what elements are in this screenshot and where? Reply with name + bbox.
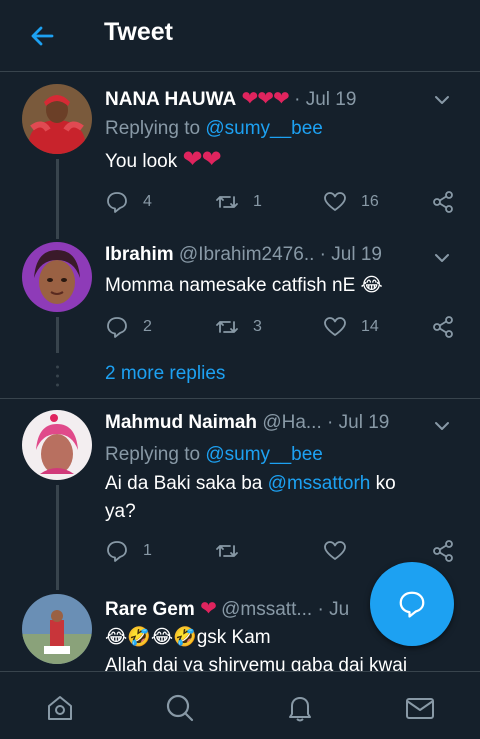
avatar[interactable] (22, 594, 92, 664)
heart-icon (324, 317, 346, 336)
back-arrow-icon[interactable] (26, 20, 58, 52)
share-icon (433, 540, 453, 562)
retweet-button[interactable] (215, 536, 253, 566)
compose-icon (399, 591, 425, 618)
reply-count: 1 (143, 542, 152, 559)
like-button[interactable] (323, 536, 361, 566)
mention-link[interactable]: @sumy__bee (205, 118, 323, 139)
share-icon (433, 316, 453, 338)
display-name[interactable]: Mahmud Naimah (105, 412, 257, 433)
display-name[interactable]: Ibrahim (105, 244, 174, 265)
tweet-text: You look ❤❤ (105, 146, 222, 173)
retweet-icon (216, 196, 238, 208)
reply-button[interactable]: 2 (105, 312, 152, 342)
retweet-count: 3 (253, 318, 262, 335)
reply-button[interactable]: 4 (105, 187, 152, 217)
replying-to: Replying to @sumy__bee (105, 444, 323, 465)
separator-dot: · (327, 412, 334, 433)
share-button[interactable] (431, 536, 469, 566)
tweet[interactable]: Ibrahim @Ibrahim2476.. · Jul 19 Momma na… (0, 242, 480, 362)
replying-to: Replying to @sumy__bee (105, 118, 323, 139)
avatar[interactable] (22, 410, 92, 480)
top-bar: Tweet (0, 0, 480, 72)
thread-line (56, 317, 59, 353)
search-icon[interactable] (164, 692, 196, 724)
reply-icon (107, 541, 127, 562)
reply-button[interactable]: 1 (105, 536, 152, 566)
home-icon[interactable] (44, 692, 76, 724)
handle[interactable]: @mssatt... (221, 599, 312, 620)
text-emoji: 😂 (360, 275, 383, 296)
chevron-down-icon[interactable] (434, 94, 450, 106)
thread-dots (56, 365, 59, 387)
handle[interactable]: @Ibrahim2476.. (179, 244, 314, 265)
retweet-button[interactable]: 3 (215, 312, 262, 342)
tweet-header: Mahmud Naimah @Ha... · Jul 19 (105, 412, 460, 442)
compose-reply-button[interactable] (370, 562, 454, 646)
messages-icon[interactable] (404, 692, 436, 724)
timestamp[interactable]: Jul 19 (339, 412, 390, 433)
share-icon (433, 191, 453, 213)
tweet-header: Ibrahim @Ibrahim2476.. · Jul 19 (105, 244, 460, 274)
like-button[interactable]: 16 (323, 187, 379, 217)
retweet-icon (216, 321, 238, 333)
retweet-button[interactable]: 1 (215, 187, 262, 217)
text-hearts: ❤❤ (182, 146, 221, 173)
reply-count: 2 (143, 318, 152, 335)
retweet-count: 1 (253, 193, 262, 210)
divider (0, 398, 480, 399)
avatar[interactable] (22, 84, 92, 154)
share-button[interactable] (431, 187, 469, 217)
chevron-down-icon[interactable] (434, 420, 450, 432)
display-name[interactable]: NANA HAUWA (105, 89, 236, 110)
page-title: Tweet (104, 18, 173, 46)
heart-icon (324, 192, 346, 211)
tweet[interactable]: NANA HAUWA ❤❤❤ · Jul 19 Replying to @sum… (0, 84, 480, 239)
like-button[interactable]: 14 (323, 312, 379, 342)
display-name[interactable]: Rare Gem (105, 599, 195, 620)
tweet-text: Momma namesake catfish nE 😂 (105, 275, 383, 296)
heart-icon (324, 541, 346, 560)
bottom-nav (0, 671, 480, 739)
more-replies-link[interactable]: 2 more replies (105, 363, 225, 385)
mention-link[interactable]: @sumy__bee (205, 444, 323, 465)
handle[interactable]: @Ha... (262, 412, 321, 433)
chevron-down-icon[interactable] (434, 252, 450, 264)
mention-link[interactable]: @mssattorh (268, 473, 371, 494)
reply-icon (107, 317, 127, 338)
timestamp[interactable]: Jul 19 (331, 244, 382, 265)
separator-dot: · (319, 244, 326, 265)
tweet-header: NANA HAUWA ❤❤❤ · Jul 19 (105, 86, 460, 116)
timestamp[interactable]: Ju (329, 599, 349, 620)
avatar[interactable] (22, 242, 92, 312)
separator-dot: · (317, 599, 324, 620)
like-count: 14 (361, 318, 379, 335)
name-hearts: ❤ (200, 598, 217, 620)
action-bar: 4 1 16 (105, 187, 460, 217)
notifications-icon[interactable] (284, 692, 316, 724)
retweet-icon (216, 545, 238, 557)
action-bar: 2 3 14 (105, 312, 460, 342)
separator-dot: · (294, 89, 301, 110)
tweet-text: Ai da Baki saka ba @mssattorh ko ya? (105, 473, 396, 522)
name-hearts: ❤❤❤ (241, 88, 290, 110)
timestamp[interactable]: Jul 19 (306, 89, 357, 110)
share-button[interactable] (431, 312, 469, 342)
thread-line (56, 485, 59, 590)
like-count: 16 (361, 193, 379, 210)
reply-count: 4 (143, 193, 152, 210)
reply-icon (107, 192, 127, 213)
thread-line (56, 159, 59, 239)
